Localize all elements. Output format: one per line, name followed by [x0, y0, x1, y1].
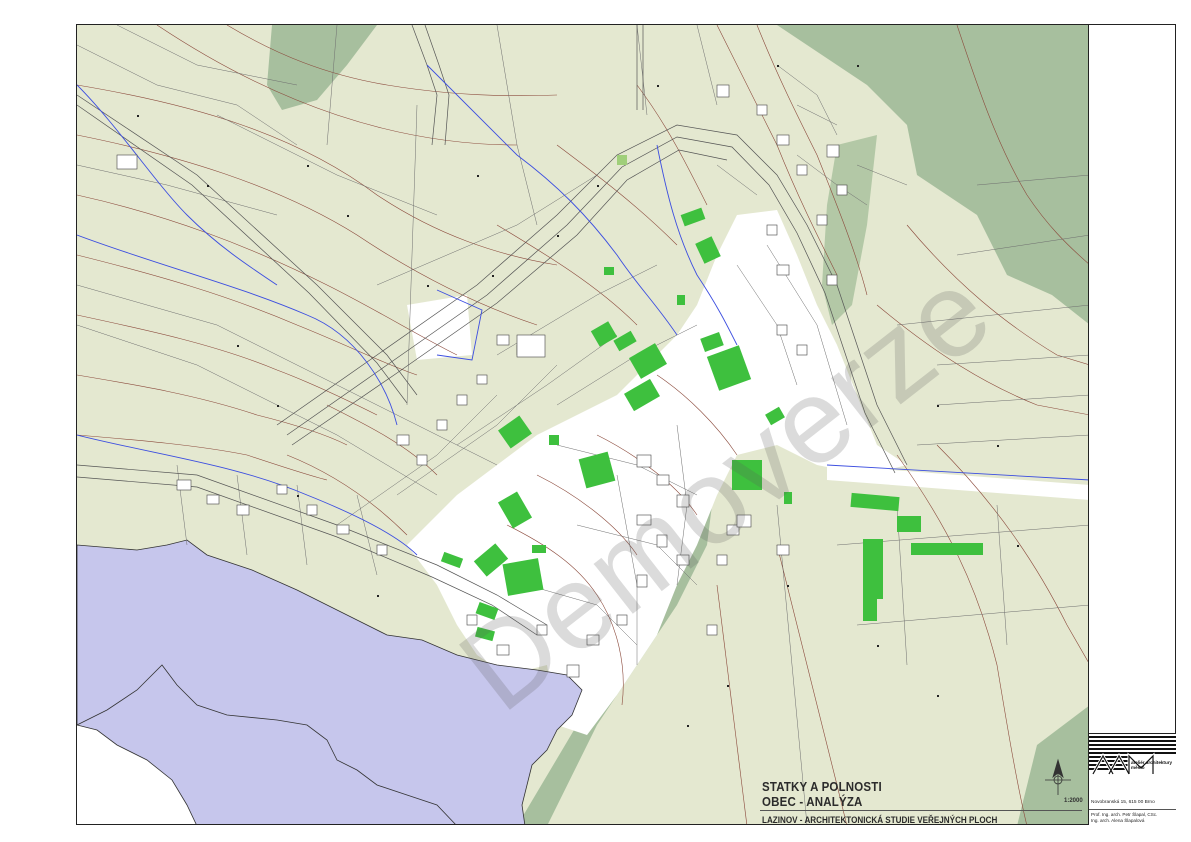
firm-address: Novobranská 15, 615 00 Brno [1091, 800, 1155, 805]
map-frame[interactable] [76, 24, 1089, 825]
title-block: STATKY A POLNOSTI OBEC - ANALÝZA [762, 780, 1082, 810]
map-title-line-2: OBEC - ANALÝZA [762, 795, 863, 809]
scale-label: 1:2000 [1064, 798, 1083, 804]
firm-people: Prof. Ing. arch. Petr Šlapal, CSc. Ing. … [1091, 812, 1158, 823]
right-margin-panel [1089, 24, 1176, 825]
drawing-sheet: Demoverze STATKY A POLNOSTI OBEC - ANALÝ… [0, 0, 1191, 842]
cadastral-map [77, 25, 1088, 824]
title-divider [760, 810, 1082, 811]
map-title-line-1: STATKY A POLNOSTI [762, 780, 882, 794]
firm-name: ateliér architektury město [1131, 760, 1173, 770]
firm-logo-icon [1089, 736, 1176, 775]
firm-divider [1089, 809, 1176, 810]
project-subtitle: LAZINOV - ARCHITEKTONICKÁ STUDIE VEŘEJNÝ… [762, 815, 998, 825]
